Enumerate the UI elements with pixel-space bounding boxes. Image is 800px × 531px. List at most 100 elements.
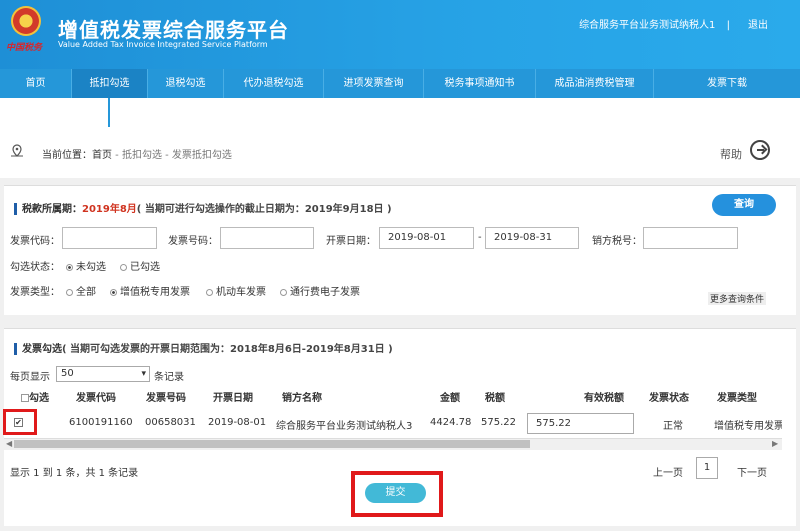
arrow-right-circle-icon[interactable] (750, 140, 770, 160)
radio-icon[interactable] (206, 288, 213, 296)
radio-icon[interactable] (66, 288, 73, 296)
type-vat-special-option[interactable]: 增值税专用发票 (110, 283, 190, 298)
record-summary: 显示 1 到 1 条，共 1 条记录 (10, 468, 139, 479)
breadcrumb-area (0, 98, 800, 178)
user-area: 综合服务平台业务测试纳税人1 | (575, 16, 730, 31)
main-nav: 首页 抵扣勾选 退税勾选 代办退税勾选 进项发票查询 税务事项通知书 成品油消费… (0, 69, 800, 98)
more-conditions-link[interactable]: 更多查询条件 (708, 292, 767, 305)
seller-tax-input[interactable] (643, 227, 738, 249)
section-marker (14, 203, 17, 215)
col-check: 勾选 (21, 389, 49, 404)
col-type: 发票类型 (717, 393, 757, 404)
effective-tax-input[interactable]: 575.22 (527, 413, 634, 434)
brand-script-logo: 中国税务 (6, 43, 43, 53)
invoice-number-label: 发票号码： (168, 236, 218, 247)
cell-type: 增值税专用发票 (714, 421, 782, 432)
invoice-number-input[interactable] (220, 227, 314, 249)
page-number-button[interactable]: 1 (696, 457, 718, 479)
per-page-suffix: 条记录 (154, 372, 184, 383)
col-status: 发票状态 (649, 393, 689, 404)
status-unchecked-label: 未勾选 (76, 262, 106, 273)
status-unchecked-option[interactable]: 未勾选 (66, 258, 106, 273)
type-label: 发票类型： (10, 287, 60, 298)
breadcrumb-path: - 抵扣勾选 - 发票抵扣勾选 (112, 150, 232, 161)
query-button[interactable]: 查询 (712, 194, 776, 216)
help-link[interactable]: 帮助 (720, 146, 742, 162)
period-value: 2019年8月 (82, 204, 137, 215)
selection-title: 发票勾选 (22, 344, 62, 355)
selection-note: ( 当期可勾选发票的开票日期范围为：2018年8月6日-2019年8月31日 ) (62, 344, 393, 355)
col-effective-tax: 有效税额 (584, 393, 624, 404)
scroll-left-icon[interactable]: ◀ (6, 439, 12, 448)
select-all-checkbox[interactable] (21, 394, 29, 402)
invoice-code-input[interactable] (62, 227, 157, 249)
date-from-input[interactable]: 2019-08-01 (379, 227, 474, 249)
status-label: 勾选状态： (10, 262, 60, 273)
active-nav-indicator (108, 98, 110, 127)
next-page-button[interactable]: 下一页 (737, 464, 767, 479)
col-number: 发票号码 (146, 393, 186, 404)
prev-page-button[interactable]: 上一页 (653, 464, 683, 479)
nav-home[interactable]: 首页 (0, 69, 72, 98)
period-note: ( 当期可进行勾选操作的截止日期为：2019年9月18日 ) (136, 204, 392, 215)
per-page-label: 每页显示 (10, 372, 50, 383)
col-amount: 金额 (440, 393, 460, 404)
platform-title: 增值税发票综合服务平台 (58, 18, 289, 42)
period-label: 税款所属期： (22, 204, 82, 215)
seller-tax-label: 销方税号： (592, 236, 642, 247)
tax-period-heading: 税款所属期：2019年8月( 当期可进行勾选操作的截止日期为：2019年9月18… (14, 200, 392, 215)
nav-invoice-download[interactable]: 发票下载 (654, 69, 800, 98)
col-code: 发票代码 (76, 393, 116, 404)
nav-deduction-select[interactable]: 抵扣勾选 (72, 69, 148, 98)
radio-icon[interactable] (280, 288, 287, 296)
nav-oil-tax[interactable]: 成品油消费税管理 (536, 69, 654, 98)
breadcrumb-prefix: 当前位置： (42, 150, 92, 161)
section-marker (14, 343, 17, 355)
cell-status: 正常 (663, 421, 683, 432)
date-to-input[interactable]: 2019-08-31 (485, 227, 579, 249)
date-separator: - (478, 232, 482, 243)
cell-code: 6100191160 (69, 417, 133, 428)
national-emblem-icon (11, 6, 41, 36)
type-vehicle-label: 机动车发票 (216, 287, 266, 298)
type-all-option[interactable]: 全部 (66, 283, 96, 298)
breadcrumb-home[interactable]: 首页 (92, 150, 112, 161)
cell-date: 2019-08-01 (208, 417, 267, 428)
cell-seller: 综合服务平台业务测试纳税人3 (276, 421, 413, 432)
logout-link[interactable]: 退出 (748, 16, 768, 31)
platform-subtitle: Value Added Tax Invoice Integrated Servi… (58, 40, 268, 49)
submit-button[interactable]: 提交 (365, 483, 426, 503)
invoice-code-label: 发票代码： (10, 236, 60, 247)
status-checked-label: 已勾选 (130, 262, 160, 273)
scrollbar-thumb[interactable] (14, 440, 530, 448)
radio-selected-icon[interactable] (66, 263, 73, 271)
type-toll-label: 通行费电子发票 (290, 287, 360, 298)
cell-number: 00658031 (145, 417, 196, 428)
per-page-select[interactable]: 50 (56, 366, 150, 382)
cell-amount: 4424.78 (430, 417, 472, 428)
nav-refund-select[interactable]: 退税勾选 (148, 69, 224, 98)
location-icon (11, 144, 23, 157)
col-date: 开票日期 (213, 393, 253, 404)
header-separator: | (726, 20, 730, 31)
row-checkbox[interactable]: ✔ (14, 418, 23, 427)
breadcrumb: 当前位置：首页 - 抵扣勾选 - 发票抵扣勾选 (42, 146, 232, 161)
radio-selected-icon[interactable] (110, 288, 117, 296)
nav-agent-refund-select[interactable]: 代办退税勾选 (224, 69, 324, 98)
issue-date-label: 开票日期： (326, 236, 376, 247)
nav-input-invoice-query[interactable]: 进项发票查询 (324, 69, 424, 98)
type-all-label: 全部 (76, 287, 96, 298)
col-tax: 税额 (485, 393, 505, 404)
radio-icon[interactable] (120, 263, 127, 271)
type-toll-option[interactable]: 通行费电子发票 (280, 283, 360, 298)
status-checked-option[interactable]: 已勾选 (120, 258, 160, 273)
col-check-label: 勾选 (29, 393, 49, 404)
scroll-right-icon[interactable]: ▶ (772, 439, 778, 448)
cell-tax: 575.22 (481, 417, 516, 428)
col-seller: 销方名称 (282, 393, 322, 404)
type-vat-special-label: 增值税专用发票 (120, 287, 190, 298)
selection-heading: 发票勾选( 当期可勾选发票的开票日期范围为：2018年8月6日-2019年8月3… (14, 340, 393, 355)
type-vehicle-option[interactable]: 机动车发票 (206, 283, 266, 298)
user-name[interactable]: 综合服务平台业务测试纳税人1 (579, 20, 715, 31)
nav-tax-notice[interactable]: 税务事项通知书 (424, 69, 536, 98)
